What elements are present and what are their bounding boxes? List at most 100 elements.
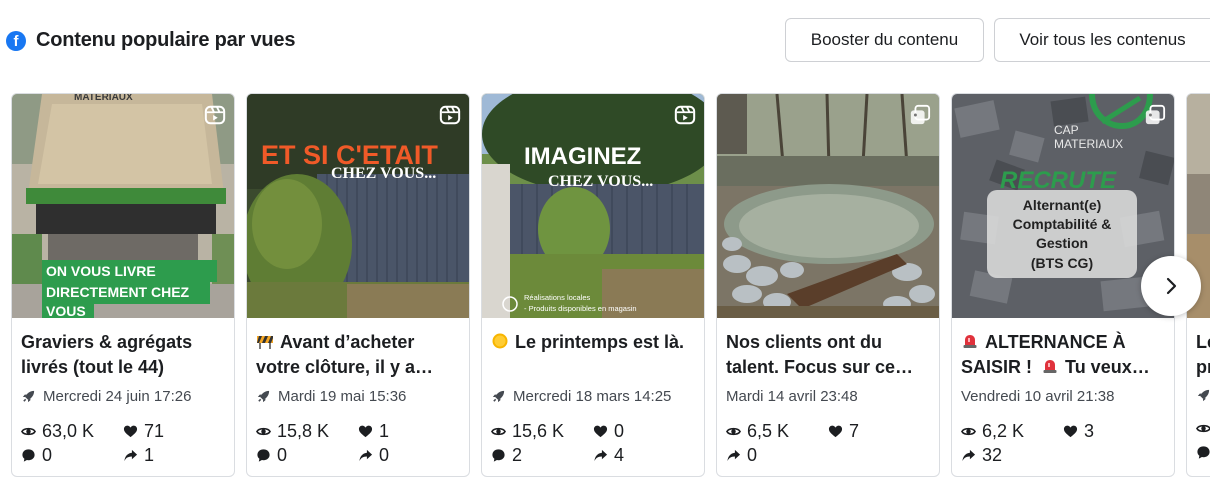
thumbnail-text: DIRECTEMENT CHEZ xyxy=(46,284,190,300)
thumbnail-text: CHEZ VOUS... xyxy=(548,173,653,190)
heart-icon xyxy=(1063,425,1078,438)
eye-icon xyxy=(491,427,506,436)
content-caption: Le pr xyxy=(1196,332,1210,377)
views-stat: 15,8 K xyxy=(256,421,329,442)
publish-date xyxy=(1196,388,1210,403)
publish-date: Mercredi 24 juin 17:26 xyxy=(21,388,191,405)
publish-date: Vendredi 10 avril 21:38 xyxy=(961,388,1115,405)
content-caption: ALTERNANCE À SAISIR ! Tu veux… xyxy=(961,332,1150,377)
siren-icon xyxy=(963,335,977,348)
views-stat xyxy=(1196,421,1210,436)
content-carousel: MATERIAUX ON VOUS LIVRE DIRECTEMENT CHEZ… xyxy=(0,93,1210,479)
content-caption: Avant d’acheter votre clôture, il y a… xyxy=(256,332,434,377)
thumbnail-pond xyxy=(717,94,939,318)
thumbnail-text: Comptabilité & xyxy=(1013,216,1112,232)
likes-stat: 3 xyxy=(1063,421,1094,442)
rocket-icon xyxy=(257,390,270,403)
thumbnail-fence: ET SI C'ETAIT CHEZ VOUS... xyxy=(247,94,469,318)
sun-icon xyxy=(492,333,508,349)
content-card[interactable]: MATERIAUX ON VOUS LIVRE DIRECTEMENT CHEZ… xyxy=(11,93,235,477)
thumbnail-garden: IMAGINEZ CHEZ VOUS... Réalisations local… xyxy=(482,94,704,318)
likes-stat: 7 xyxy=(828,421,859,442)
likes-stat: 71 xyxy=(123,421,164,442)
thumbnail-text: - Produits disponibles en magasin xyxy=(524,304,637,313)
eye-icon xyxy=(726,427,741,436)
boost-content-button[interactable]: Booster du contenu xyxy=(785,18,984,62)
thumbnail-text: ON VOUS LIVRE xyxy=(46,263,156,279)
content-thumbnail[interactable] xyxy=(717,94,939,318)
section-header: f Contenu populaire par vues Booster du … xyxy=(0,0,1210,82)
heart-icon xyxy=(593,425,608,438)
shares-stat: 0 xyxy=(726,445,757,466)
reel-icon xyxy=(204,105,226,125)
comment-icon xyxy=(1197,446,1210,459)
eye-icon xyxy=(21,427,36,436)
thumbnail-text: Réalisations locales xyxy=(524,293,591,302)
thumbnail-text: Alternant(e) xyxy=(1023,197,1102,213)
comments-stat xyxy=(1196,445,1210,460)
siren-icon xyxy=(1043,360,1057,373)
shares-stat: 1 xyxy=(123,445,154,466)
view-all-content-button[interactable]: Voir tous les contenus xyxy=(994,18,1210,62)
publish-date: Mardi 14 avril 23:48 xyxy=(726,388,858,405)
share-icon xyxy=(727,449,741,462)
content-caption: Graviers & agrégats livrés (tout le 44) xyxy=(21,332,193,377)
share-icon xyxy=(962,449,976,462)
share-icon xyxy=(124,449,138,462)
comment-icon xyxy=(492,449,505,462)
comment-icon xyxy=(257,449,270,462)
comments-stat: 0 xyxy=(256,445,287,466)
thumbnail-text: MATERIAUX xyxy=(74,94,133,103)
thumbnail-text: RECRUTE xyxy=(1000,167,1117,194)
construction-barrier-icon xyxy=(257,336,273,349)
shares-stat: 0 xyxy=(358,445,389,466)
content-caption: Le printemps est là. xyxy=(491,330,696,355)
chevron-right-icon xyxy=(1166,277,1177,295)
heart-icon xyxy=(828,425,843,438)
comments-stat: 2 xyxy=(491,445,522,466)
reel-icon xyxy=(674,105,696,125)
content-card[interactable]: Nos clients ont du talent. Focus sur ce…… xyxy=(716,93,940,477)
views-stat: 63,0 K xyxy=(21,421,94,442)
content-caption: Nos clients ont du talent. Focus sur ce… xyxy=(726,332,914,377)
content-card[interactable]: ET SI C'ETAIT CHEZ VOUS... Avant d’achet… xyxy=(246,93,470,477)
publish-date: Mardi 19 mai 15:36 xyxy=(256,388,406,405)
thumbnail-text: CHEZ VOUS... xyxy=(331,165,436,182)
thumbnail-text: Gestion xyxy=(1036,235,1088,251)
shares-stat: 4 xyxy=(593,445,624,466)
likes-stat: 0 xyxy=(593,421,624,442)
thumbnail-text: (BTS CG) xyxy=(1031,255,1093,271)
comment-icon xyxy=(22,449,35,462)
thumbnail-text: CAP xyxy=(1054,123,1079,137)
views-stat: 6,5 K xyxy=(726,421,789,442)
content-card[interactable]: IMAGINEZ CHEZ VOUS... Réalisations local… xyxy=(481,93,705,477)
thumbnail-gravel-truck: MATERIAUX ON VOUS LIVRE DIRECTEMENT CHEZ… xyxy=(12,94,234,318)
heart-icon xyxy=(358,425,373,438)
album-icon xyxy=(910,104,931,125)
heart-icon xyxy=(123,425,138,438)
publish-date: Mercredi 18 mars 14:25 xyxy=(491,388,671,405)
thumbnail-text: IMAGINEZ xyxy=(524,143,641,170)
eye-icon xyxy=(256,427,271,436)
rocket-icon xyxy=(1197,389,1210,402)
album-icon xyxy=(1145,104,1166,125)
eye-icon xyxy=(1196,424,1210,433)
views-stat: 6,2 K xyxy=(961,421,1024,442)
reel-icon xyxy=(439,105,461,125)
thumbnail-text: VOUS xyxy=(46,303,86,318)
content-thumbnail[interactable]: MATERIAUX ON VOUS LIVRE DIRECTEMENT CHEZ… xyxy=(12,94,234,318)
carousel-next-button[interactable] xyxy=(1141,256,1201,316)
share-icon xyxy=(359,449,373,462)
section-title: Contenu populaire par vues xyxy=(36,29,296,51)
views-stat: 15,6 K xyxy=(491,421,564,442)
thumbnail-text: MATERIAUX xyxy=(1054,137,1123,151)
facebook-icon: f xyxy=(6,31,26,51)
content-thumbnail[interactable]: IMAGINEZ CHEZ VOUS... Réalisations local… xyxy=(482,94,704,318)
likes-stat: 1 xyxy=(358,421,389,442)
content-thumbnail[interactable]: ET SI C'ETAIT CHEZ VOUS... xyxy=(247,94,469,318)
share-icon xyxy=(594,449,608,462)
eye-icon xyxy=(961,427,976,436)
comments-stat: 0 xyxy=(21,445,52,466)
shares-stat: 32 xyxy=(961,445,1002,466)
rocket-icon xyxy=(22,390,35,403)
